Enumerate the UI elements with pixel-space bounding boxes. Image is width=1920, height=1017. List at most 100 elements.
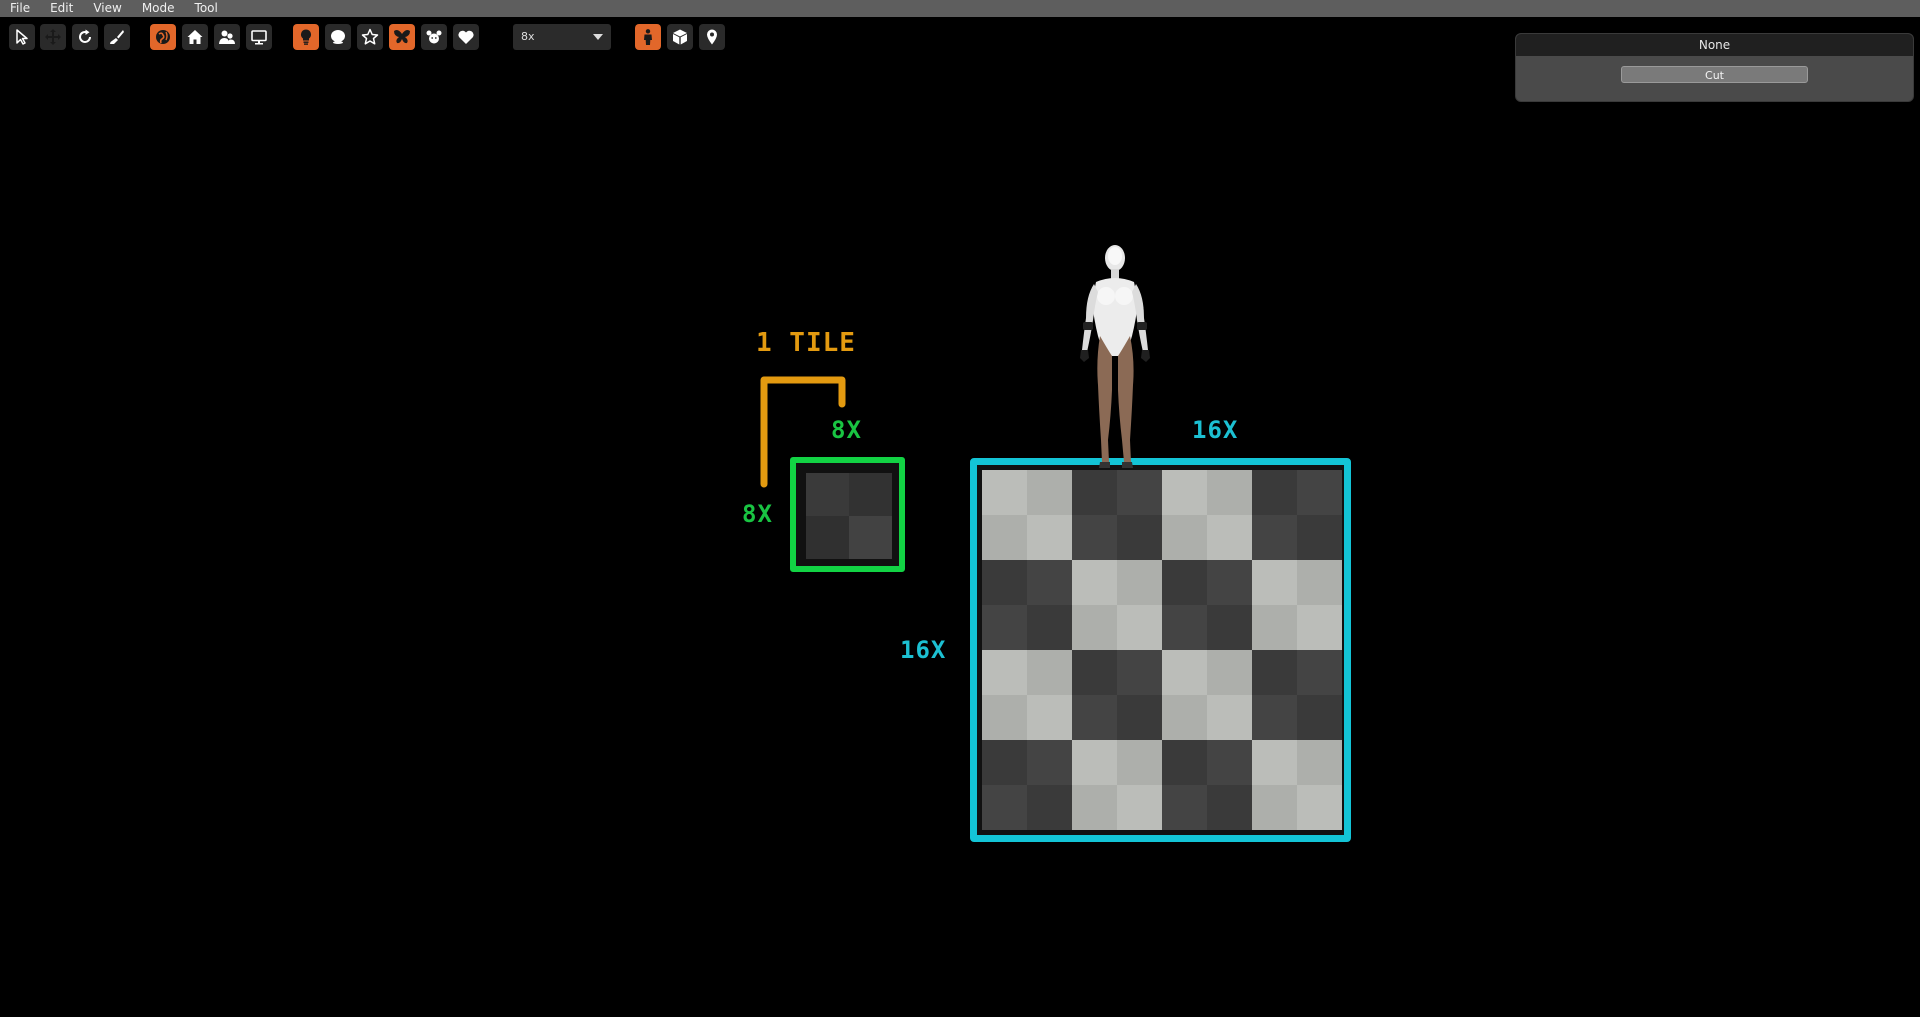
home-button[interactable] <box>182 24 208 50</box>
tile-cell <box>1207 695 1252 740</box>
chevron-down-icon <box>593 34 603 40</box>
tile-cell <box>1297 605 1342 650</box>
tile-cell <box>1252 515 1297 560</box>
tile-cell <box>1117 695 1162 740</box>
tile-cell <box>1117 740 1162 785</box>
monitor-icon <box>251 30 267 45</box>
person-button[interactable] <box>635 24 661 50</box>
tile-cell <box>1207 515 1252 560</box>
small-tile <box>790 457 905 572</box>
heart-icon <box>458 30 474 44</box>
monitor-button[interactable] <box>246 24 272 50</box>
tile-cell <box>1297 470 1342 515</box>
tile-cell <box>1117 785 1162 830</box>
rotate-tool-button[interactable] <box>72 24 98 50</box>
cube-button[interactable] <box>667 24 693 50</box>
tile-cell <box>1117 560 1162 605</box>
tile-cell <box>1297 695 1342 740</box>
tile-label: 1 TILE <box>756 328 856 358</box>
character-model <box>1080 245 1150 468</box>
zoom-select-value: 8x <box>521 30 535 43</box>
small-tile-left-label: 8X <box>742 500 773 528</box>
tile-cell <box>1027 650 1072 695</box>
menu-tool[interactable]: Tool <box>185 0 228 17</box>
tile-cell <box>1162 605 1207 650</box>
tile-cell <box>1297 740 1342 785</box>
tile-cell <box>1252 650 1297 695</box>
tile-cell <box>1207 470 1252 515</box>
move-icon <box>45 29 61 45</box>
light-button[interactable] <box>293 24 319 50</box>
tile-cell <box>1252 470 1297 515</box>
people-button[interactable] <box>214 24 240 50</box>
tile-cell <box>982 515 1027 560</box>
cut-button[interactable]: Cut <box>1621 66 1808 83</box>
move-tool-button[interactable] <box>40 24 66 50</box>
tile-cell <box>1297 650 1342 695</box>
tile-cell <box>1027 515 1072 560</box>
tile-cell <box>1252 740 1297 785</box>
sphere-button[interactable] <box>325 24 351 50</box>
paw-button[interactable] <box>421 24 447 50</box>
tile-cell <box>1252 695 1297 740</box>
cube-icon <box>673 29 687 45</box>
large-tile-grid <box>982 470 1342 830</box>
butterfly-button[interactable] <box>389 24 415 50</box>
paw-icon <box>426 30 442 44</box>
sphere-icon <box>331 30 345 44</box>
person-icon <box>644 29 652 45</box>
tile-cell <box>982 605 1027 650</box>
tile-cell <box>1162 650 1207 695</box>
globe-icon <box>156 30 170 44</box>
tile-cell <box>1027 695 1072 740</box>
small-tile-grid <box>806 473 892 559</box>
menu-view[interactable]: View <box>83 0 131 17</box>
tile-cell <box>1297 560 1342 605</box>
bulb-icon <box>301 29 311 45</box>
menu-edit[interactable]: Edit <box>40 0 83 17</box>
tile-cell <box>1207 785 1252 830</box>
heart-button[interactable] <box>453 24 479 50</box>
tile-cell <box>1162 470 1207 515</box>
pointer-tool-button[interactable] <box>9 24 35 50</box>
tile-cell <box>1072 650 1117 695</box>
tile-cell <box>1027 740 1072 785</box>
tile-cell <box>1252 560 1297 605</box>
tile-cell <box>1027 560 1072 605</box>
tile-cell <box>806 473 849 516</box>
big-tile-left-label: 16X <box>900 636 947 664</box>
brush-tool-button[interactable] <box>104 24 130 50</box>
tile-cell <box>1297 785 1342 830</box>
tile-cell <box>982 560 1027 605</box>
pointer-icon <box>16 29 28 45</box>
tile-cell <box>1027 605 1072 650</box>
menu-file[interactable]: File <box>0 0 40 17</box>
tile-cell <box>1117 470 1162 515</box>
tile-cell <box>982 785 1027 830</box>
tile-cell <box>1162 785 1207 830</box>
tile-cell <box>1117 515 1162 560</box>
menu-mode[interactable]: Mode <box>132 0 185 17</box>
big-tile-top-label: 16X <box>1192 416 1239 444</box>
selection-panel: None Cut <box>1515 33 1914 102</box>
tile-cell <box>1117 650 1162 695</box>
tile-cell <box>1072 605 1117 650</box>
star-button[interactable] <box>357 24 383 50</box>
tile-cell <box>1027 785 1072 830</box>
map-pin-button[interactable] <box>699 24 725 50</box>
tile-cell <box>982 650 1027 695</box>
menu-bar: File Edit View Mode Tool <box>0 0 1920 17</box>
map-pin-icon <box>707 29 717 45</box>
small-tile-top-label: 8X <box>831 416 862 444</box>
tile-cell <box>1072 785 1117 830</box>
tile-cell <box>1072 740 1117 785</box>
tile-cell <box>1207 740 1252 785</box>
home-icon <box>187 30 203 44</box>
tile-cell <box>1207 605 1252 650</box>
tile-cell <box>1162 515 1207 560</box>
tile-cell <box>982 695 1027 740</box>
tile-cell <box>849 516 892 559</box>
zoom-select[interactable]: 8x <box>513 24 611 50</box>
globe-button[interactable] <box>150 24 176 50</box>
tile-cell <box>1252 605 1297 650</box>
